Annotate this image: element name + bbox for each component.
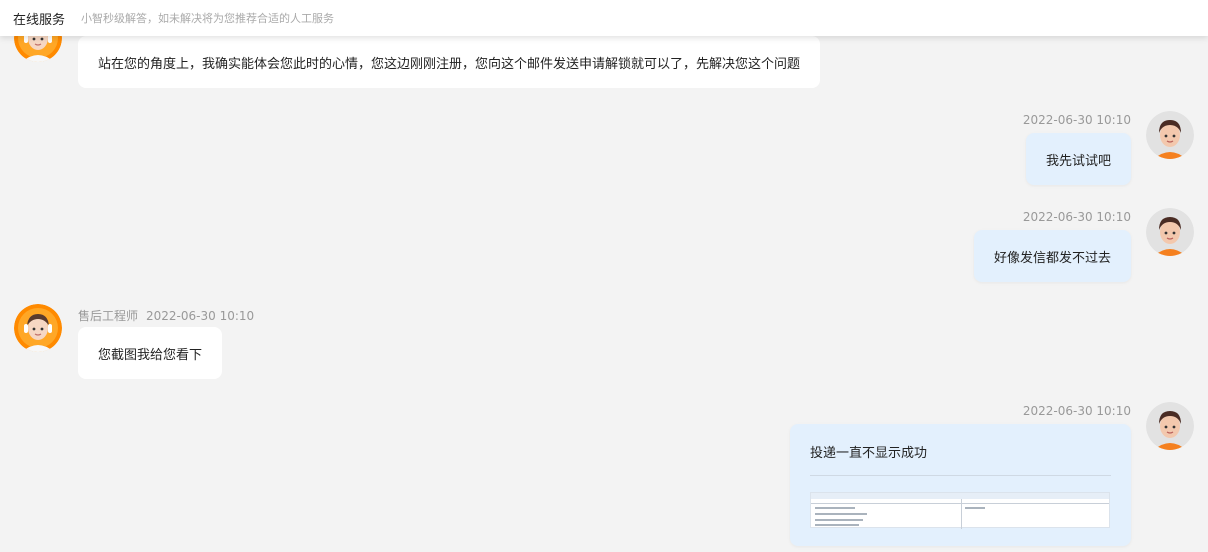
- message-timestamp: 2022-06-30 10:10: [1023, 210, 1131, 224]
- header-bar: 在线服务 小智秒级解答，如未解决将为您推荐合适的人工服务: [0, 0, 1208, 36]
- user-message-bubble: 我先试试吧: [1025, 133, 1131, 185]
- timestamp-text: 2022-06-30 10:10: [146, 309, 255, 323]
- message-timestamp: 2022-06-30 10:10: [1023, 404, 1131, 418]
- timestamp-text: 2022-06-30 10:10: [1022, 210, 1131, 224]
- page-subtitle: 小智秒级解答，如未解决将为您推荐合适的人工服务: [81, 12, 335, 25]
- agent-avatar-icon: [14, 304, 62, 352]
- message-text: 您截图我给您看下: [98, 347, 203, 363]
- message-meta: 售后工程师 2022-06-30 10:10: [78, 307, 254, 324]
- screenshot-thumbnail[interactable]: [810, 492, 1110, 529]
- sender-name: 售后工程师: [78, 309, 139, 323]
- page-title: 在线服务: [13, 12, 66, 28]
- user-avatar-icon: [1146, 208, 1194, 256]
- message-text: 投递一直不显示成功: [810, 424, 1111, 476]
- user-avatar-icon: [1146, 402, 1194, 450]
- user-message-bubble: 投递一直不显示成功: [790, 424, 1131, 546]
- agent-message-bubble: 您截图我给您看下: [78, 327, 223, 379]
- message-text: 我先试试吧: [1045, 153, 1111, 169]
- message-text: 好像发信都发不过去: [993, 250, 1111, 266]
- user-avatar-icon: [1146, 111, 1194, 159]
- message-timestamp: 2022-06-30 10:10: [1023, 113, 1131, 127]
- timestamp-text: 2022-06-30 10:10: [1022, 404, 1131, 418]
- timestamp-text: 2022-06-30 10:10: [1022, 113, 1131, 127]
- message-text: 站在您的角度上，我确实能体会您此时的心情，您这边刚刚注册，您向这个邮件发送申请解…: [98, 56, 801, 72]
- user-message-bubble: 好像发信都发不过去: [973, 230, 1131, 282]
- chat-area: 站在您的角度上，我确实能体会您此时的心情，您这边刚刚注册，您向这个邮件发送申请解…: [0, 0, 1208, 552]
- agent-message-bubble: 站在您的角度上，我确实能体会您此时的心情，您这边刚刚注册，您向这个邮件发送申请解…: [78, 36, 821, 88]
